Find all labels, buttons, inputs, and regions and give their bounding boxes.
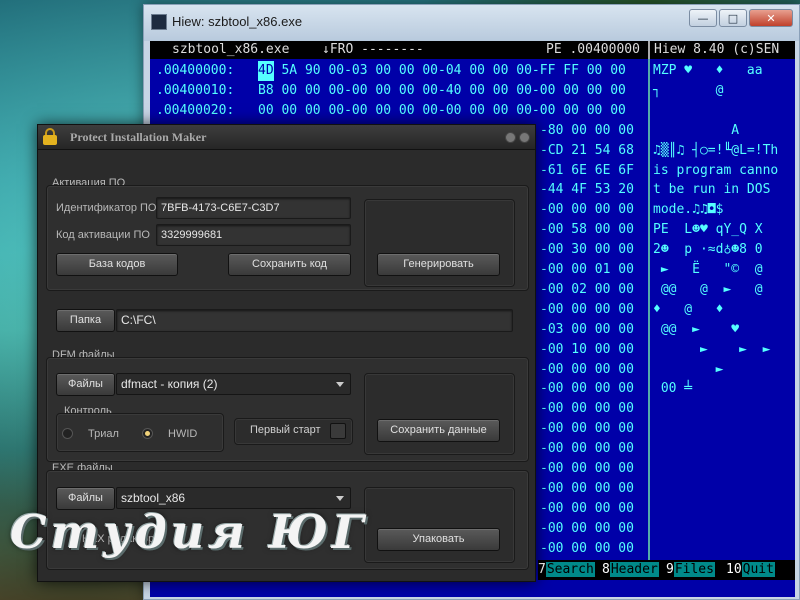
- first-start-label: Первый старт: [250, 424, 321, 436]
- code-database-button[interactable]: База кодов: [56, 253, 178, 276]
- hiew-status-header: szbtool_x86.exe ↓FRO -------- PE .004000…: [150, 41, 795, 59]
- hex-address: .00400010:: [156, 82, 235, 98]
- pim-window-title: Protect Installation Maker: [70, 130, 207, 144]
- hex-bytes: -61 6E 6E 6F: [540, 162, 634, 178]
- dfm-files-button[interactable]: Файлы: [56, 373, 115, 396]
- hex-text: ♫▒║♫ ┤○=!╙@L=!Th: [653, 142, 779, 158]
- hex-text: @@ @ ► @: [653, 281, 763, 297]
- hex-text: @@ ► ♥: [653, 321, 740, 337]
- software-id-label: Идентификатор ПО: [56, 202, 157, 214]
- save-code-button[interactable]: Сохранить код: [228, 253, 351, 276]
- hex-bytes: -00 00 00 00: [540, 381, 634, 397]
- chevron-down-icon: [336, 382, 344, 387]
- hex-text: 00 ╧: [653, 381, 693, 397]
- first-start-checkbox[interactable]: [330, 423, 346, 439]
- minimize-button[interactable]: —: [689, 9, 717, 27]
- hex-bytes: -00 00 00 00: [540, 540, 634, 556]
- hex-bytes: -00 00 00 00: [540, 361, 634, 377]
- hex-bytes: 4D 5A 90 00-03 00 00 00-04 00 00 00-FF F…: [258, 63, 626, 78]
- lock-icon: [43, 128, 57, 146]
- function-key-bar: 7Search 8Header 9Files 10Quit: [538, 560, 795, 580]
- hex-bytes: -44 4F 53 20: [540, 182, 634, 198]
- hex-text: ► Ë "© @: [653, 262, 763, 277]
- activation-code-label: Код активации ПО: [56, 229, 150, 241]
- close-button[interactable]: [519, 132, 530, 143]
- minimize-button[interactable]: [505, 132, 516, 143]
- hex-row[interactable]: .00400000: 4D 5A 90 00-03 00 00 00-04 00 …: [150, 61, 795, 81]
- hex-bytes: -00 00 00 00: [540, 461, 634, 476]
- hiew-window-title: Hiew: szbtool_x86.exe: [172, 14, 303, 29]
- hiew-mode: ↓FRO --------: [322, 42, 424, 57]
- hex-text: t be run in DOS: [653, 182, 771, 198]
- generate-button[interactable]: Генерировать: [377, 253, 500, 276]
- hex-bytes: -00 00 00 00: [540, 301, 634, 317]
- hiew-offset: PE .00400000: [546, 42, 640, 57]
- maximize-button[interactable]: □: [719, 9, 747, 27]
- trial-radio[interactable]: [62, 428, 73, 439]
- hiew-titlebar[interactable]: Hiew: szbtool_x86.exe — □ ✕: [144, 5, 799, 41]
- hex-bytes: -00 30 00 00: [540, 242, 634, 258]
- fkey-search[interactable]: 7Search: [538, 560, 595, 580]
- chevron-down-icon: [336, 496, 344, 501]
- hex-row[interactable]: .00400020: 00 00 00 00-00 00 00 00-00 00 …: [150, 101, 795, 121]
- hex-bytes: -00 02 00 00: [540, 281, 634, 297]
- hex-bytes: -CD 21 54 68: [540, 142, 634, 158]
- close-button[interactable]: ✕: [749, 9, 793, 27]
- hex-bytes: -00 00 00 00: [540, 500, 634, 516]
- hex-text: ►: [653, 361, 724, 377]
- hiew-version: Hiew 8.40 (c)SEN: [654, 42, 780, 57]
- hex-text: ♦ @ ♦: [653, 301, 724, 317]
- hex-bytes: -00 00 00 00: [540, 202, 634, 218]
- hex-bytes: -00 00 00 00: [540, 520, 634, 536]
- hex-bytes: -03 00 00 00: [540, 321, 634, 337]
- hex-text: PE L☻♥ qY_Q X: [653, 222, 763, 238]
- hex-address: .00400000:: [156, 63, 235, 78]
- save-data-panel: [364, 373, 515, 455]
- hex-bytes: -00 00 00 00: [540, 401, 634, 417]
- software-id-field[interactable]: 7BFB-4173-C6E7-C3D7: [156, 197, 351, 219]
- hex-text: mode.♫♫◘$: [653, 202, 724, 218]
- hex-text: A: [653, 122, 740, 138]
- hex-text: MZP ♥ ♦ aa: [653, 63, 763, 78]
- hex-cursor: 4D: [258, 61, 274, 81]
- hex-bytes: -00 00 01 00: [540, 262, 634, 277]
- hex-bytes: B8 00 00 00-00 00 00 00-40 00 00 00-00 0…: [258, 82, 626, 98]
- hex-text: ► ► ►: [653, 341, 771, 357]
- hex-address: .00400020:: [156, 102, 235, 118]
- hex-text: ┐ @: [653, 82, 724, 98]
- activation-code-field[interactable]: 3329999681: [156, 224, 351, 246]
- hex-text: is program canno: [653, 162, 779, 178]
- hwid-radio[interactable]: [142, 428, 153, 439]
- hex-text: 2☻ p ·≈d♁☻8 0: [653, 242, 763, 258]
- hex-bytes: 00 00 00 00-00 00 00 00-00 00 00 00-00 0…: [258, 102, 626, 118]
- console-app-icon: [151, 14, 167, 30]
- hex-bytes: -00 10 00 00: [540, 341, 634, 357]
- hex-row[interactable]: .00400010: B8 00 00 00-00 00 00 00-40 00 …: [150, 81, 795, 101]
- header-divider: [648, 41, 650, 59]
- pack-button[interactable]: Упаковать: [377, 528, 500, 551]
- trial-label: Триал: [88, 428, 119, 440]
- hex-bytes: -00 58 00 00: [540, 222, 634, 238]
- hiew-filename: szbtool_x86.exe: [172, 42, 290, 57]
- dfm-selected-value: dfmact - копия (2): [121, 377, 218, 391]
- exe-selected-value: szbtool_x86: [121, 491, 186, 505]
- studio-watermark: Студия ЮГ: [10, 505, 368, 559]
- save-data-button[interactable]: Сохранить данные: [377, 419, 500, 442]
- fkey-header[interactable]: 8Header: [602, 560, 659, 580]
- dfm-file-select[interactable]: dfmact - копия (2): [116, 373, 351, 395]
- fkey-files[interactable]: 9Files: [666, 560, 715, 580]
- hex-bytes: -00 00 00 00: [540, 480, 634, 496]
- hex-bytes: -80 00 00 00: [540, 122, 634, 138]
- control-group: [56, 413, 224, 452]
- folder-button[interactable]: Папка: [56, 309, 115, 332]
- pim-titlebar[interactable]: Protect Installation Maker: [38, 125, 535, 150]
- pack-panel: [364, 487, 515, 563]
- hwid-label: HWID: [168, 428, 198, 440]
- hex-bytes: -00 00 00 00: [540, 441, 634, 457]
- folder-path-field[interactable]: C:\FC\: [116, 309, 513, 332]
- hex-bytes: -00 00 00 00: [540, 421, 634, 437]
- fkey-quit[interactable]: 10Quit: [726, 560, 775, 580]
